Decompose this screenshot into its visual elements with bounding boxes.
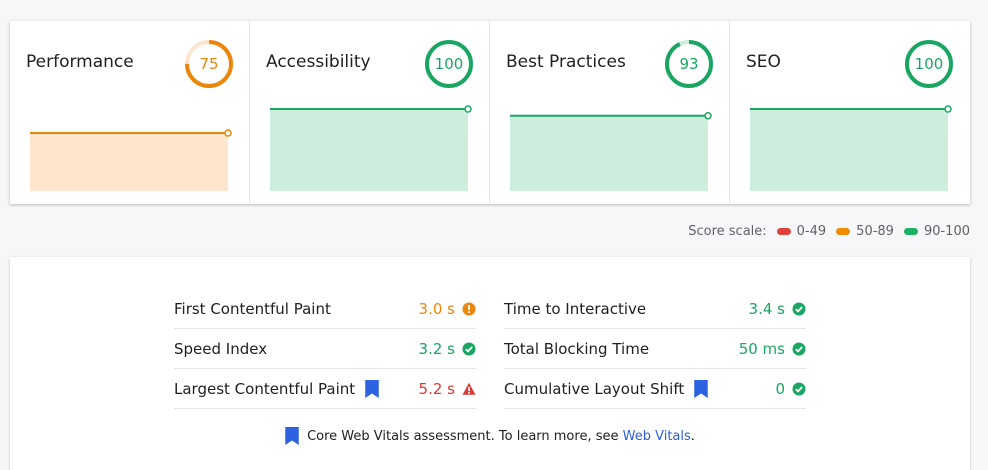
card-performance[interactable]: Performance 75: [10, 21, 250, 204]
status-icon: [462, 382, 476, 396]
bookmark-icon: [365, 379, 379, 398]
metric-value: 50 ms: [738, 339, 785, 358]
score-gauge: 93: [663, 38, 715, 90]
trend-point: [464, 105, 472, 113]
web-vitals-footnote: Core Web Vitals assessment. To learn mor…: [10, 427, 970, 445]
metrics-column-left: First Contentful Paint 3.0 s Speed Index…: [174, 289, 476, 409]
scale-range-low: 0-49: [796, 223, 827, 239]
card-best-practices[interactable]: Best Practices 93: [490, 21, 730, 204]
card-title: SEO: [746, 52, 781, 72]
metric-label: Cumulative Layout Shift: [504, 379, 775, 398]
metric-value: 3.0 s: [418, 299, 455, 318]
trend-point: [224, 129, 232, 137]
metric-value: 3.2 s: [418, 339, 455, 358]
score-value: 93: [679, 55, 699, 73]
metric-row: First Contentful Paint 3.0 s: [174, 289, 476, 329]
status-icon: [462, 302, 476, 316]
bookmark-icon: [694, 379, 708, 398]
trend-chart: [270, 105, 472, 191]
footnote-text: Core Web Vitals assessment. To learn mor…: [307, 428, 619, 444]
card-title: Accessibility: [266, 52, 371, 72]
metric-value: 5.2 s: [418, 379, 455, 398]
footnote-suffix: .: [690, 428, 695, 444]
metric-row: Cumulative Layout Shift 0: [504, 369, 806, 409]
score-gauge: 100: [903, 38, 955, 90]
scale-pill-red: [776, 227, 791, 235]
score-value: 75: [199, 55, 219, 73]
score-scale-legend: Score scale: 0-49 50-89 90-100: [688, 222, 970, 240]
trend-chart: [30, 129, 232, 191]
trend-point: [704, 111, 712, 120]
trend-point: [944, 105, 952, 113]
metric-value: 0: [775, 379, 785, 398]
check-icon: [792, 342, 806, 355]
card-seo[interactable]: SEO 100: [730, 21, 970, 204]
status-icon: [792, 382, 806, 396]
card-title: Best Practices: [506, 52, 626, 72]
trend-area: [270, 109, 468, 191]
check-icon: [792, 302, 806, 315]
metric-label: First Contentful Paint: [174, 299, 331, 318]
card-title: Performance: [26, 52, 134, 72]
status-icon: [792, 302, 806, 316]
metrics-grid: First Contentful Paint 3.0 s Speed Index…: [174, 289, 806, 409]
score-gauge: 75: [183, 38, 235, 90]
score-scale-label: Score scale:: [688, 223, 767, 239]
warning-icon: [462, 382, 476, 395]
info-icon: [462, 302, 476, 315]
metric-label: Largest Contentful Paint: [174, 379, 419, 398]
metric-label: Speed Index: [174, 339, 268, 358]
trend-area: [750, 109, 948, 191]
check-icon: [462, 342, 476, 355]
metrics-column-right: Time to Interactive 3.4 s Total Blocking…: [504, 289, 806, 409]
metric-row: Total Blocking Time 50 ms: [504, 329, 806, 369]
metric-label: Time to Interactive: [504, 299, 647, 318]
metrics-panel: First Contentful Paint 3.0 s Speed Index…: [10, 257, 970, 470]
metric-row: Speed Index 3.2 s: [174, 329, 476, 369]
score-value: 100: [914, 55, 944, 73]
score-gauge: 100: [423, 38, 475, 90]
bookmark-icon: [285, 427, 299, 445]
trend-area: [30, 133, 228, 191]
metric-row: Time to Interactive 3.4 s: [504, 289, 806, 329]
trend-chart: [750, 105, 952, 191]
scale-pill-orange: [836, 227, 851, 235]
metric-row: Largest Contentful Paint 5.2 s: [174, 369, 476, 409]
check-icon: [792, 382, 806, 395]
scale-pill-green: [903, 227, 918, 235]
card-accessibility[interactable]: Accessibility 100: [250, 21, 490, 204]
scale-range-mid: 50-89: [856, 223, 894, 239]
trend-area: [510, 115, 708, 191]
web-vitals-link[interactable]: Web Vitals: [623, 429, 691, 444]
score-value: 100: [434, 55, 464, 73]
category-cards: Performance 75 Accessibility 100 Best Pr…: [10, 21, 970, 204]
trend-chart: [510, 111, 712, 191]
metric-value: 3.4 s: [748, 299, 785, 318]
status-icon: [462, 342, 476, 356]
status-icon: [792, 342, 806, 356]
scale-range-high: 90-100: [923, 223, 970, 239]
metric-label: Total Blocking Time: [504, 339, 650, 358]
